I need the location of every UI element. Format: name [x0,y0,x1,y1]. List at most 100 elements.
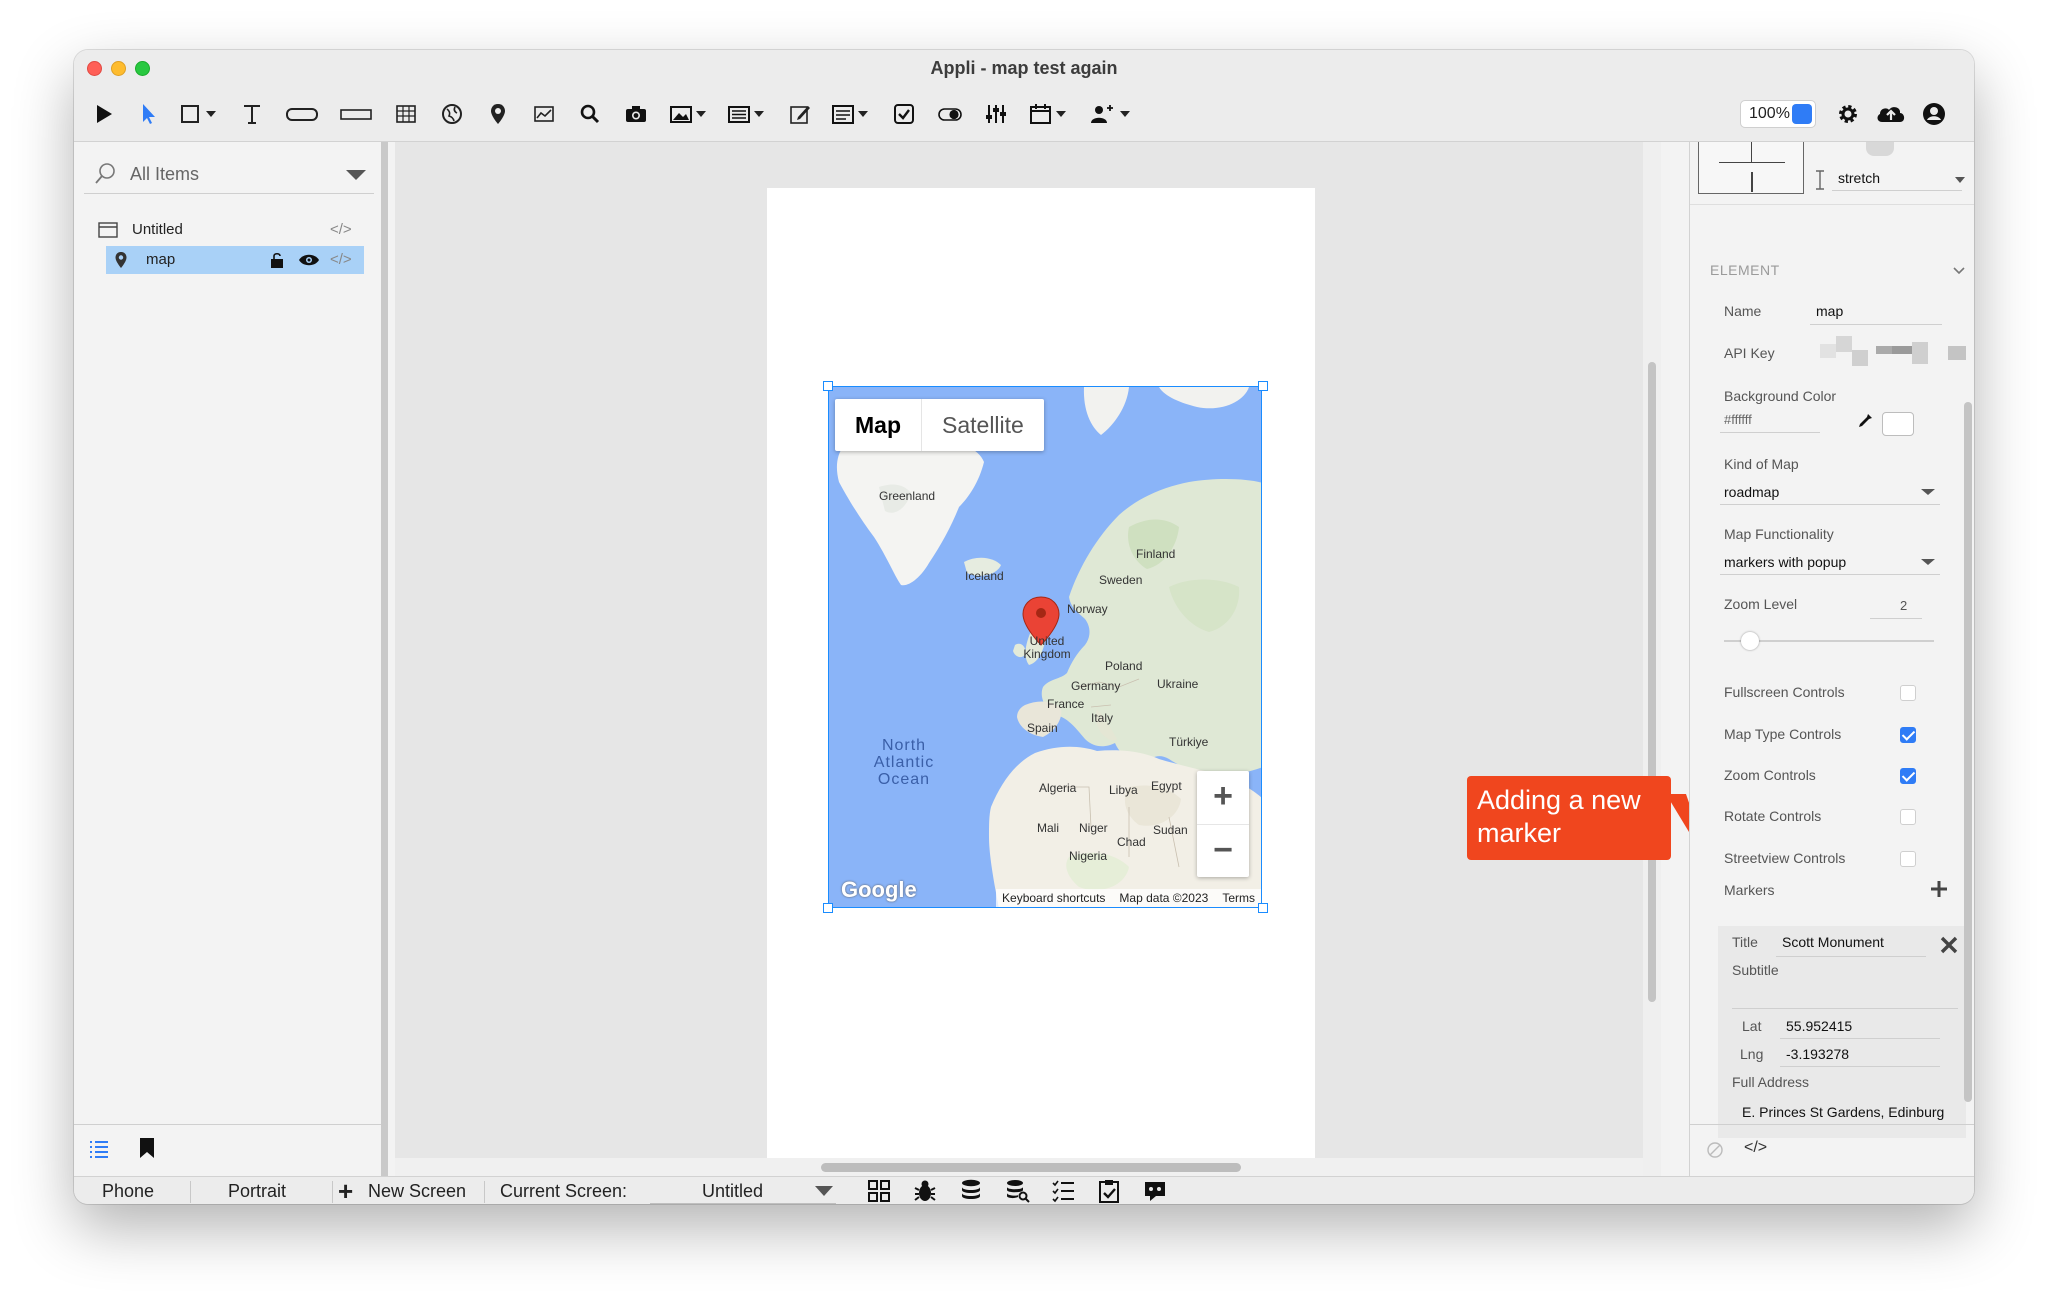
check-box[interactable] [1900,727,1916,743]
horizontal-scrollbar-thumb[interactable] [821,1163,1241,1172]
cloud-upload-icon[interactable] [1874,100,1908,128]
map-pin-icon[interactable] [484,100,512,128]
chevron-down-icon[interactable] [1954,176,1966,184]
horizontal-scrollbar[interactable] [395,1158,1661,1176]
keyboard-shortcuts-link[interactable]: Keyboard shortcuts [1002,889,1105,907]
resize-handle-br[interactable] [1258,903,1268,913]
api-key-field[interactable] [1820,336,1930,366]
orientation-portrait-button[interactable]: Portrait [228,1177,286,1204]
device-phone-button[interactable]: Phone [102,1177,154,1204]
delete-marker-icon[interactable] [1940,936,1958,954]
play-icon[interactable] [90,100,118,128]
gear-icon[interactable] [1834,100,1862,128]
map-zoom-in-button[interactable]: + [1197,771,1249,824]
globe-icon[interactable] [438,100,466,128]
marker-lng-label: Lng [1740,1046,1764,1062]
toggle-icon[interactable] [936,100,964,128]
marker-address-field[interactable]: E. Princes St Gardens, Edinburg [1742,1104,1962,1120]
image-icon[interactable] [668,100,712,128]
add-marker-icon[interactable] [1930,880,1948,898]
database-icon[interactable] [958,1178,984,1204]
check-box[interactable] [1900,768,1916,784]
map-type-map-button[interactable]: Map [835,399,922,451]
unlock-icon[interactable] [270,252,284,268]
rectangle-icon[interactable] [178,100,222,128]
items-search-placeholder: All Items [130,164,200,184]
marker-lng-field[interactable]: -3.193278 [1786,1046,1849,1062]
terms-link[interactable]: Terms [1222,889,1255,907]
map-element[interactable]: Map Satellite Greenland Iceland Finland … [828,386,1262,908]
new-screen-button[interactable]: New Screen [368,1177,466,1204]
eye-icon[interactable] [298,253,320,267]
clipboard-check-icon[interactable] [1096,1178,1122,1204]
search-icon[interactable] [576,100,604,128]
zoom-stepper[interactable] [1792,104,1812,124]
form-icon[interactable] [830,100,874,128]
disabled-icon[interactable] [1706,1141,1724,1159]
check-box[interactable] [1900,809,1916,825]
chat-icon[interactable] [1142,1178,1168,1204]
check-box[interactable] [1900,851,1916,867]
properties-scrollbar[interactable] [1964,402,1972,1102]
kind-of-map-select[interactable]: roadmap [1724,484,1779,500]
map-type-satellite-button[interactable]: Satellite [922,399,1044,451]
add-icon[interactable]: + [338,1177,353,1204]
resize-handle-tr[interactable] [1258,381,1268,391]
button-icon[interactable] [284,100,320,128]
bug-icon[interactable] [912,1178,938,1204]
map-zoom-out-button[interactable]: − [1197,824,1249,877]
zoom-level-field[interactable]: 2 [1900,598,1907,613]
tree-item-untitled[interactable]: Untitled </> [98,216,364,244]
database-search-icon[interactable] [1004,1178,1030,1204]
chevron-down-icon[interactable] [1920,558,1936,566]
layout-preview[interactable] [1698,142,1804,194]
section-header-element[interactable]: ELEMENT [1710,262,1780,278]
chevron-down-icon[interactable] [1920,488,1936,496]
account-icon[interactable] [1920,100,1948,128]
chart-icon[interactable] [530,100,558,128]
name-field[interactable]: map [1816,303,1843,319]
marker-title-field[interactable]: Scott Monument [1782,934,1884,950]
list-view-icon[interactable] [88,1139,110,1159]
sliders-icon[interactable] [982,100,1010,128]
vertical-scrollbar-thumb[interactable] [1648,362,1656,1002]
marker-lat-field[interactable]: 55.952415 [1786,1018,1852,1034]
code-icon[interactable]: </> [330,246,352,274]
table-icon[interactable] [392,100,420,128]
map-functionality-select[interactable]: markers with popup [1724,554,1846,570]
close-window-button[interactable] [87,61,102,76]
bookmark-icon[interactable] [138,1137,156,1159]
user-add-icon[interactable] [1088,100,1136,128]
zoom-level-slider[interactable] [1724,632,1934,650]
edit-icon[interactable] [786,100,814,128]
eyedropper-icon[interactable] [1856,412,1874,430]
zoom-level-select[interactable]: 100% [1740,100,1816,128]
layout-toggle[interactable] [1866,142,1894,156]
text-icon[interactable] [238,100,266,128]
check-box[interactable] [1900,685,1916,701]
textfield-icon[interactable] [338,100,374,128]
resize-handle-tl[interactable] [823,381,833,391]
background-color-swatch[interactable] [1882,412,1914,436]
calendar-icon[interactable] [1028,100,1072,128]
zoom-level-slider-thumb[interactable] [1740,632,1759,650]
camera-icon[interactable] [622,100,650,128]
maximize-window-button[interactable] [135,61,150,76]
chevron-down-icon[interactable] [1952,266,1966,276]
minimize-window-button[interactable] [111,61,126,76]
code-icon[interactable]: </> [1744,1139,1767,1157]
items-search[interactable]: All Items [84,154,374,194]
grid-icon[interactable] [866,1178,892,1204]
code-icon[interactable]: </> [330,216,352,244]
vertical-scrollbar[interactable] [1643,142,1661,1176]
pointer-icon[interactable] [134,100,162,128]
current-screen-select[interactable]: Untitled [702,1177,763,1204]
checkbox-icon[interactable] [890,100,918,128]
chevron-down-icon[interactable] [344,168,368,182]
checklist-icon[interactable] [1050,1178,1076,1204]
chevron-down-icon[interactable] [814,1185,834,1197]
list-icon[interactable] [726,100,770,128]
tree-item-map[interactable]: map </> [106,246,364,274]
background-color-field[interactable]: #ffffff [1724,412,1752,427]
resize-handle-bl[interactable] [823,903,833,913]
